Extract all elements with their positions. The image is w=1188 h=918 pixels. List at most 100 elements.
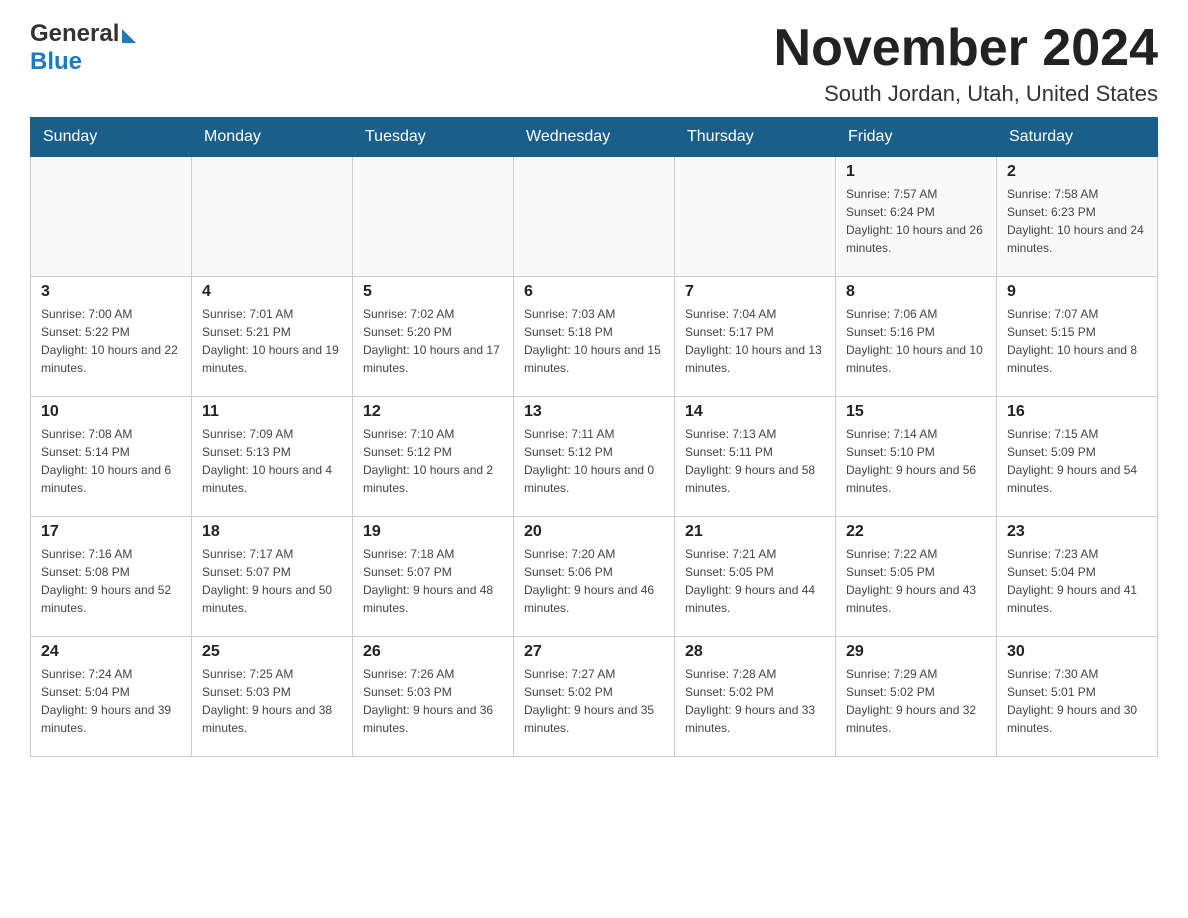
table-row: 24 Sunrise: 7:24 AMSunset: 5:04 PMDayligh… [31, 637, 192, 757]
day-info: Sunrise: 7:09 AMSunset: 5:13 PMDaylight:… [202, 425, 342, 497]
table-row: 23 Sunrise: 7:23 AMSunset: 5:04 PMDayligh… [997, 517, 1158, 637]
header-friday: Friday [836, 118, 997, 157]
day-info: Sunrise: 7:10 AMSunset: 5:12 PMDaylight:… [363, 425, 503, 497]
day-info: Sunrise: 7:00 AMSunset: 5:22 PMDaylight:… [41, 305, 181, 377]
day-number: 12 [363, 403, 503, 421]
day-number: 6 [524, 283, 664, 301]
table-row: 9 Sunrise: 7:07 AMSunset: 5:15 PMDaylight… [997, 277, 1158, 397]
calendar-title: November 2024 [774, 20, 1158, 77]
day-number: 21 [685, 523, 825, 541]
day-info: Sunrise: 7:01 AMSunset: 5:21 PMDaylight:… [202, 305, 342, 377]
header-monday: Monday [192, 118, 353, 157]
table-row [192, 157, 353, 277]
day-number: 8 [846, 283, 986, 301]
day-info: Sunrise: 7:57 AMSunset: 6:24 PMDaylight:… [846, 185, 986, 257]
table-row: 14Sunrise: 7:13 AMSunset: 5:11 PMDayligh… [675, 397, 836, 517]
day-info: Sunrise: 7:24 AMSunset: 5:04 PMDaylight:… [41, 665, 181, 737]
day-number: 15 [846, 403, 986, 421]
day-info: Sunrise: 7:23 AMSunset: 5:04 PMDaylight:… [1007, 545, 1147, 617]
logo-triangle-icon [122, 29, 136, 43]
day-number: 16 [1007, 403, 1147, 421]
table-row: 15 Sunrise: 7:14 AMSunset: 5:10 PMDayligh… [836, 397, 997, 517]
day-number: 30 [1007, 643, 1147, 661]
day-info: Sunrise: 7:08 AMSunset: 5:14 PMDaylight:… [41, 425, 181, 497]
day-number: 19 [363, 523, 503, 541]
table-row [31, 157, 192, 277]
day-number: 23 [1007, 523, 1147, 541]
day-info: Sunrise: 7:17 AMSunset: 5:07 PMDaylight:… [202, 545, 342, 617]
day-number: 9 [1007, 283, 1147, 301]
page-header: General Blue November 2024 South Jordan,… [30, 20, 1158, 107]
header-wednesday: Wednesday [514, 118, 675, 157]
table-row: 1 Sunrise: 7:57 AMSunset: 6:24 PMDaylight… [836, 157, 997, 277]
header-thursday: Thursday [675, 118, 836, 157]
calendar-table: Sunday Monday Tuesday Wednesday Thursday… [30, 117, 1158, 757]
table-row: 17 Sunrise: 7:16 AMSunset: 5:08 PMDayligh… [31, 517, 192, 637]
calendar-week-row: 17 Sunrise: 7:16 AMSunset: 5:08 PMDayligh… [31, 517, 1158, 637]
table-row: 27 Sunrise: 7:27 AMSunset: 5:02 PMDayligh… [514, 637, 675, 757]
day-info: Sunrise: 7:58 AMSunset: 6:23 PMDaylight:… [1007, 185, 1147, 257]
header-tuesday: Tuesday [353, 118, 514, 157]
title-section: November 2024 South Jordan, Utah, United… [774, 20, 1158, 107]
table-row: 6 Sunrise: 7:03 AMSunset: 5:18 PMDaylight… [514, 277, 675, 397]
day-info: Sunrise: 7:16 AMSunset: 5:08 PMDaylight:… [41, 545, 181, 617]
day-info: Sunrise: 7:27 AMSunset: 5:02 PMDaylight:… [524, 665, 664, 737]
logo: General Blue [30, 20, 136, 75]
calendar-week-row: 3Sunrise: 7:00 AMSunset: 5:22 PMDaylight… [31, 277, 1158, 397]
table-row: 26 Sunrise: 7:26 AMSunset: 5:03 PMDayligh… [353, 637, 514, 757]
day-number: 11 [202, 403, 342, 421]
table-row: 3Sunrise: 7:00 AMSunset: 5:22 PMDaylight… [31, 277, 192, 397]
table-row: 29 Sunrise: 7:29 AMSunset: 5:02 PMDayligh… [836, 637, 997, 757]
day-info: Sunrise: 7:03 AMSunset: 5:18 PMDaylight:… [524, 305, 664, 377]
calendar-subtitle: South Jordan, Utah, United States [774, 81, 1158, 107]
table-row: 16Sunrise: 7:15 AMSunset: 5:09 PMDayligh… [997, 397, 1158, 517]
day-info: Sunrise: 7:11 AMSunset: 5:12 PMDaylight:… [524, 425, 664, 497]
table-row [514, 157, 675, 277]
table-row: 21 Sunrise: 7:21 AMSunset: 5:05 PMDayligh… [675, 517, 836, 637]
header-saturday: Saturday [997, 118, 1158, 157]
header-sunday: Sunday [31, 118, 192, 157]
calendar-week-row: 10 Sunrise: 7:08 AMSunset: 5:14 PMDayligh… [31, 397, 1158, 517]
table-row: 19Sunrise: 7:18 AMSunset: 5:07 PMDayligh… [353, 517, 514, 637]
table-row: 22 Sunrise: 7:22 AMSunset: 5:05 PMDayligh… [836, 517, 997, 637]
day-number: 13 [524, 403, 664, 421]
day-number: 14 [685, 403, 825, 421]
table-row: 13 Sunrise: 7:11 AMSunset: 5:12 PMDayligh… [514, 397, 675, 517]
day-number: 25 [202, 643, 342, 661]
table-row: 28 Sunrise: 7:28 AMSunset: 5:02 PMDayligh… [675, 637, 836, 757]
day-number: 10 [41, 403, 181, 421]
table-row: 18Sunrise: 7:17 AMSunset: 5:07 PMDayligh… [192, 517, 353, 637]
day-info: Sunrise: 7:21 AMSunset: 5:05 PMDaylight:… [685, 545, 825, 617]
table-row: 7Sunrise: 7:04 AMSunset: 5:17 PMDaylight… [675, 277, 836, 397]
day-info: Sunrise: 7:07 AMSunset: 5:15 PMDaylight:… [1007, 305, 1147, 377]
day-number: 4 [202, 283, 342, 301]
day-info: Sunrise: 7:02 AMSunset: 5:20 PMDaylight:… [363, 305, 503, 377]
day-info: Sunrise: 7:25 AMSunset: 5:03 PMDaylight:… [202, 665, 342, 737]
day-info: Sunrise: 7:14 AMSunset: 5:10 PMDaylight:… [846, 425, 986, 497]
calendar-header-row: Sunday Monday Tuesday Wednesday Thursday… [31, 118, 1158, 157]
day-info: Sunrise: 7:30 AMSunset: 5:01 PMDaylight:… [1007, 665, 1147, 737]
day-info: Sunrise: 7:22 AMSunset: 5:05 PMDaylight:… [846, 545, 986, 617]
day-number: 26 [363, 643, 503, 661]
day-number: 27 [524, 643, 664, 661]
day-number: 28 [685, 643, 825, 661]
day-number: 17 [41, 523, 181, 541]
logo-blue-text: Blue [30, 48, 82, 75]
table-row: 2Sunrise: 7:58 AMSunset: 6:23 PMDaylight… [997, 157, 1158, 277]
day-number: 22 [846, 523, 986, 541]
day-number: 20 [524, 523, 664, 541]
day-number: 24 [41, 643, 181, 661]
calendar-week-row: 24 Sunrise: 7:24 AMSunset: 5:04 PMDayligh… [31, 637, 1158, 757]
day-number: 7 [685, 283, 825, 301]
table-row [675, 157, 836, 277]
day-info: Sunrise: 7:06 AMSunset: 5:16 PMDaylight:… [846, 305, 986, 377]
day-number: 1 [846, 163, 986, 181]
table-row: 10 Sunrise: 7:08 AMSunset: 5:14 PMDayligh… [31, 397, 192, 517]
table-row: 25 Sunrise: 7:25 AMSunset: 5:03 PMDayligh… [192, 637, 353, 757]
day-number: 29 [846, 643, 986, 661]
calendar-week-row: 1 Sunrise: 7:57 AMSunset: 6:24 PMDaylight… [31, 157, 1158, 277]
day-info: Sunrise: 7:28 AMSunset: 5:02 PMDaylight:… [685, 665, 825, 737]
table-row: 8 Sunrise: 7:06 AMSunset: 5:16 PMDaylight… [836, 277, 997, 397]
day-info: Sunrise: 7:29 AMSunset: 5:02 PMDaylight:… [846, 665, 986, 737]
day-info: Sunrise: 7:26 AMSunset: 5:03 PMDaylight:… [363, 665, 503, 737]
